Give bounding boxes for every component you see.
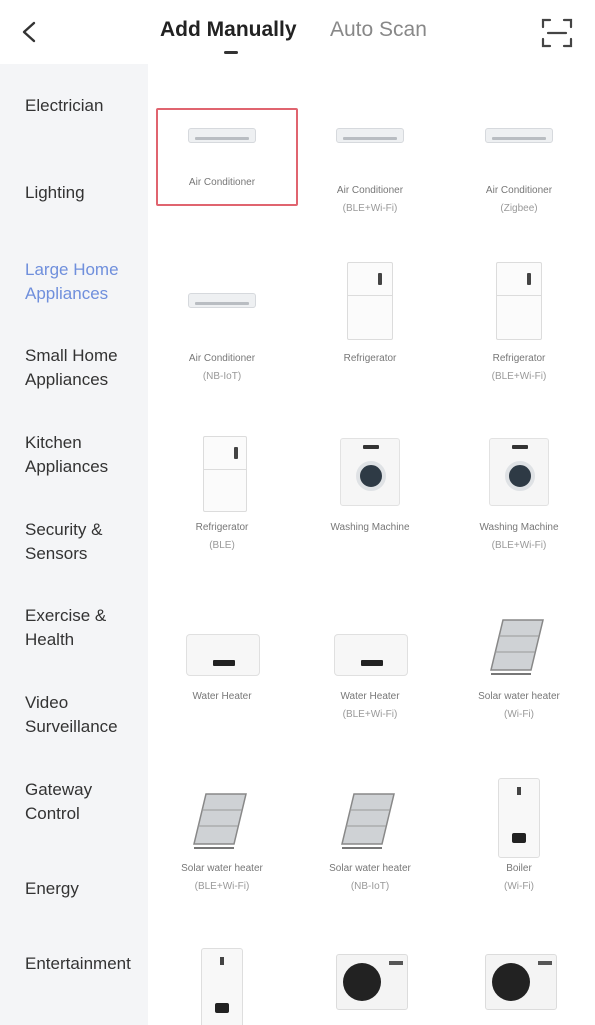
device-tile[interactable]: [296, 764, 444, 874]
sidebar-item-electrician[interactable]: Electrician: [25, 94, 145, 118]
device-variant: (BLE+Wi-Fi): [491, 540, 547, 551]
device-label: Refrigerator: [296, 350, 444, 368]
sidebar-item-video-surveillance[interactable]: Video Surveillance: [25, 691, 145, 739]
scan-button[interactable]: [539, 15, 575, 51]
sidebar-item-lighting[interactable]: Lighting: [25, 181, 145, 205]
device-name: Air Conditioner: [188, 353, 256, 364]
device-variant: (BLE): [209, 540, 235, 551]
device-label: Air Conditioner (BLE+Wi-Fi): [296, 182, 444, 218]
back-button[interactable]: [14, 14, 44, 50]
device-label: Solar water heater (Wi-Fi): [445, 688, 593, 724]
category-sidebar: Electrician Lighting Large Home Applianc…: [0, 64, 148, 1025]
device-label: Boiler (Wi-Fi): [445, 860, 593, 896]
device-variant: (BLE+Wi-Fi): [491, 371, 547, 382]
refrigerator-icon: [347, 262, 393, 340]
device-name: Air Conditioner: [485, 185, 553, 196]
device-tile[interactable]: [148, 424, 296, 534]
device-grid: Air Conditioner Air Conditioner (BLE+Wi-F…: [148, 64, 595, 1025]
water-heater-icon: [186, 634, 260, 676]
sidebar-item-exercise-health[interactable]: Exercise & Health: [25, 604, 145, 652]
top-bar: Add Manually Auto Scan: [0, 0, 595, 64]
device-name: Air Conditioner: [336, 185, 404, 196]
device-name: Washing Machine: [479, 522, 559, 533]
device-variant: (Wi-Fi): [504, 881, 534, 892]
sidebar-item-entertainment[interactable]: Entertainment: [25, 952, 145, 976]
device-label: Air Conditioner (NB-IoT): [148, 350, 296, 386]
device-variant: (BLE+Wi-Fi): [194, 881, 250, 892]
device-variant: (BLE+Wi-Fi): [342, 709, 398, 720]
scan-frame-icon: [541, 18, 573, 48]
refrigerator-icon: [203, 436, 247, 512]
heat-pump-icon: [485, 954, 557, 1010]
device-name: Water Heater: [192, 691, 252, 702]
sidebar-item-kitchen-appliances[interactable]: Kitchen Appliances: [25, 431, 145, 479]
device-label: Refrigerator (BLE): [148, 519, 296, 555]
device-tile[interactable]: [445, 574, 593, 684]
device-variant: (BLE+Wi-Fi): [342, 203, 398, 214]
device-name: Washing Machine: [330, 522, 410, 533]
solar-panel-icon: [489, 616, 545, 678]
device-tile[interactable]: [296, 574, 444, 684]
solar-panel-icon: [192, 790, 248, 852]
tab-add-manually[interactable]: Add Manually: [160, 18, 297, 42]
washing-machine-icon: [489, 438, 549, 506]
boiler-icon: [201, 948, 243, 1025]
device-tile[interactable]: [445, 404, 593, 514]
device-label: Water Heater: [148, 688, 296, 706]
device-variant: (NB-IoT): [202, 371, 242, 382]
chevron-left-icon: [22, 21, 36, 43]
device-name: Refrigerator: [343, 353, 397, 364]
sidebar-item-small-home-appliances[interactable]: Small Home Appliances: [25, 344, 145, 392]
device-label: Solar water heater (NB-IoT): [296, 860, 444, 896]
device-name: Refrigerator: [195, 522, 249, 533]
air-conditioner-icon: [188, 293, 256, 308]
device-label: Water Heater (BLE+Wi-Fi): [296, 688, 444, 724]
device-name: Refrigerator: [492, 353, 546, 364]
device-variant: (NB-IoT): [350, 881, 390, 892]
device-tile[interactable]: [148, 764, 296, 874]
boiler-icon: [498, 778, 540, 858]
device-label: Air Conditioner (Zigbee): [445, 182, 593, 218]
device-name: Solar water heater: [181, 863, 263, 874]
device-label: Solar water heater (BLE+Wi-Fi): [148, 860, 296, 896]
device-tile[interactable]: [445, 764, 593, 874]
sidebar-item-gateway-control[interactable]: Gateway Control: [25, 778, 145, 826]
sidebar-item-large-home-appliances[interactable]: Large Home Appliances: [25, 258, 145, 306]
air-conditioner-icon: [336, 128, 404, 143]
solar-panel-icon: [340, 790, 396, 852]
sidebar-item-energy[interactable]: Energy: [25, 877, 145, 901]
device-label: Air Conditioner: [148, 174, 296, 192]
device-label: Refrigerator (BLE+Wi-Fi): [445, 350, 593, 386]
sidebar-item-security-sensors[interactable]: Security & Sensors: [25, 518, 145, 566]
device-tile[interactable]: [148, 934, 296, 1025]
device-variant: (Wi-Fi): [504, 709, 534, 720]
water-heater-icon: [334, 634, 408, 676]
device-name: Water Heater: [340, 691, 400, 702]
refrigerator-icon: [496, 262, 542, 340]
device-tile[interactable]: [296, 404, 444, 514]
tab-auto-scan[interactable]: Auto Scan: [330, 18, 427, 42]
device-name: Air Conditioner: [188, 177, 256, 188]
device-tile[interactable]: [148, 574, 296, 684]
air-conditioner-icon: [485, 128, 553, 143]
device-label: Washing Machine: [296, 519, 444, 537]
active-tab-indicator: [224, 51, 238, 54]
device-variant: (Zigbee): [500, 203, 538, 214]
washing-machine-icon: [340, 438, 400, 506]
device-label: Washing Machine (BLE+Wi-Fi): [445, 519, 593, 555]
device-name: Solar water heater: [329, 863, 411, 874]
heat-pump-icon: [336, 954, 408, 1010]
device-name: Solar water heater: [478, 691, 560, 702]
device-name: Boiler: [506, 863, 532, 874]
